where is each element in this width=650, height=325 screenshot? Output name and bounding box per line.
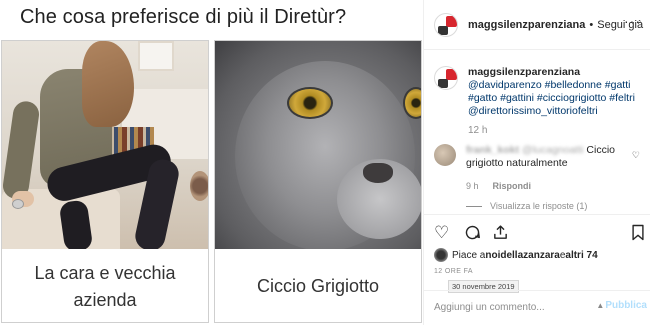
post-header: maggsilenzparenziana • Segui già ···: [424, 0, 650, 50]
heart-outline-icon[interactable]: ♡: [632, 150, 640, 161]
publish-button[interactable]: ▲ Pubblica: [596, 300, 647, 311]
comment-bubble-icon[interactable]: [464, 224, 481, 245]
caption-text: maggsilenzparenziana @davidparenzo #bell…: [468, 66, 646, 137]
header-separator: •: [589, 18, 594, 31]
poll-option-label: Ciccio Grigiotto: [256, 276, 380, 296]
comment-meta: 9 h Rispondi: [466, 180, 631, 193]
share-icon[interactable]: [492, 224, 509, 245]
cursor-icon: ▲: [596, 301, 605, 310]
view-replies-button[interactable]: Visualizza le risposte (1): [466, 200, 631, 213]
reply-button[interactable]: Rispondi: [493, 180, 532, 193]
comment-timestamp: 9 h: [466, 181, 479, 191]
poll-option-card-azienda: La cara e vecchia azienda: [1, 40, 209, 323]
avatar[interactable]: [434, 66, 458, 90]
instagram-post-view: Che cosa preferisce di più il Diretùr? L…: [0, 0, 650, 325]
publish-label: Pubblica: [605, 300, 647, 311]
post-image[interactable]: Che cosa preferisce di più il Diretùr? L…: [0, 0, 423, 325]
avatar-logo-shape: [446, 69, 457, 80]
comment-mention-link[interactable]: @lucagnoatti: [522, 144, 583, 156]
likes-prefix: Piace a: [452, 249, 486, 261]
post-timestamp[interactable]: 12 ORE FA: [434, 268, 473, 275]
watch-shape: [12, 199, 24, 209]
avatar[interactable]: [434, 12, 458, 37]
woman-photo: [2, 41, 208, 249]
poll-option-card-cat: Ciccio Grigiotto: [214, 40, 422, 323]
bookmark-icon[interactable]: [631, 224, 645, 245]
heart-outline-icon[interactable]: ♡: [434, 224, 449, 242]
caption-tags[interactable]: @davidparenzo #belledonne #gatti #gatto …: [468, 79, 635, 117]
window-shape: [138, 41, 174, 71]
avatar-logo-shape: [438, 25, 448, 35]
more-horizontal-icon[interactable]: ···: [624, 14, 641, 28]
cat-nose-shape: [363, 163, 393, 183]
divider: [466, 206, 482, 207]
hair-shape: [82, 41, 134, 127]
avatar[interactable]: [434, 144, 456, 166]
caption: maggsilenzparenziana @davidparenzo #bell…: [434, 66, 646, 137]
likes-others-link[interactable]: altri 74: [565, 250, 597, 261]
comment-input[interactable]: [434, 299, 594, 315]
arm-shape: [2, 99, 41, 201]
cat-eye-shape: [287, 87, 333, 119]
likes-summary[interactable]: Piace a noidellazanzara e altri 74: [434, 248, 598, 262]
comment-username-link[interactable]: frank_kokt: [466, 144, 519, 156]
poll-option-label: La cara e vecchia azienda: [34, 262, 176, 310]
header-username-link[interactable]: maggsilenzparenziana: [468, 19, 585, 31]
avatar-logo-shape: [438, 79, 448, 88]
caption-timestamp: 12 h: [468, 125, 488, 136]
likes-user-link[interactable]: noidellazanzara: [485, 250, 559, 261]
add-comment-bar: ▲ Pubblica: [424, 290, 650, 325]
cat-photo: [215, 41, 421, 249]
view-replies-label: Visualizza le risposte (1): [490, 201, 588, 211]
avatar: [434, 248, 448, 262]
plant-shape: [190, 171, 208, 201]
comment-item: frank_kokt @lucagnoatti Ciccio grigiotto…: [434, 144, 646, 213]
poll-question: Che cosa preferisce di più il Diretùr?: [20, 6, 347, 28]
comment-body: frank_kokt @lucagnoatti Ciccio grigiotto…: [466, 144, 631, 213]
comment-panel: maggsilenzparenziana • Segui già ··· mag…: [423, 0, 650, 325]
avatar-logo-shape: [446, 15, 457, 27]
caption-username-link[interactable]: maggsilenzparenziana: [468, 66, 646, 79]
